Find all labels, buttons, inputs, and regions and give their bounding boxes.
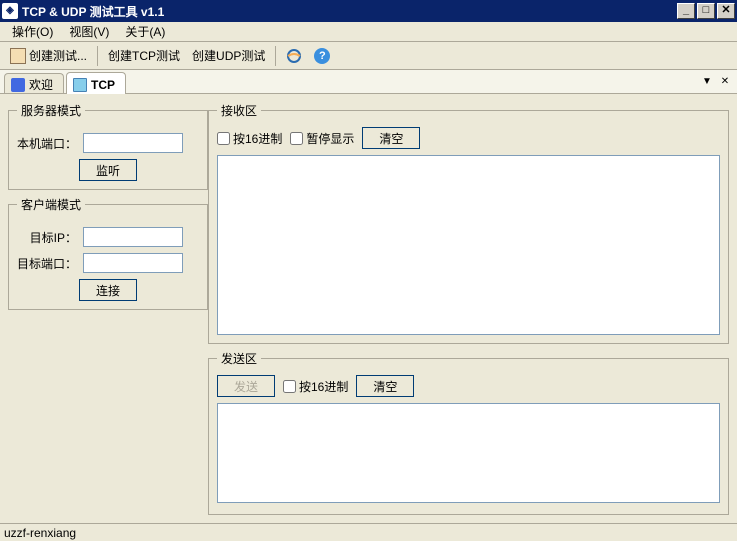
receive-textarea[interactable] [217,155,720,335]
server-mode-legend: 服务器模式 [17,102,85,119]
tab-welcome-label: 欢迎 [29,76,53,93]
toolbar-create-test[interactable]: 创建测试... [4,44,93,67]
receive-clear-button[interactable]: 清空 [362,127,420,149]
tab-close-icon[interactable]: ✕ [717,74,733,90]
send-group: 发送区 发送 按16进制 清空 [208,350,729,515]
menu-view[interactable]: 视图(V) [61,21,117,42]
target-ip-label: 目标IP： [17,229,77,246]
toolbar-create-tcp-label: 创建TCP测试 [108,47,180,64]
receive-hex-checkbox-label[interactable]: 按16进制 [217,130,282,147]
status-bar: uzzf-renxiang [0,523,737,541]
send-hex-text: 按16进制 [299,378,348,395]
receive-pause-text: 暂停显示 [306,130,354,147]
toolbar-create-udp-label: 创建UDP测试 [192,47,265,64]
receive-pause-checkbox[interactable] [290,132,303,145]
connect-button[interactable]: 连接 [79,279,137,301]
ie-icon [286,48,302,64]
document-icon [10,48,26,64]
maximize-button[interactable]: □ [697,3,715,19]
help-icon: ? [314,48,330,64]
target-port-label: 目标端口： [17,255,77,272]
toolbar-separator [275,46,276,66]
tab-tcp-label: TCP [91,78,115,92]
local-port-label: 本机端口： [17,135,77,152]
menu-operation[interactable]: 操作(O) [4,21,61,42]
close-button[interactable]: ✕ [717,3,735,19]
tab-welcome[interactable]: 欢迎 [4,73,64,93]
toolbar-ie-button[interactable] [280,45,308,67]
toolbar-create-tcp-test[interactable]: 创建TCP测试 [102,44,186,67]
send-hex-checkbox-label[interactable]: 按16进制 [283,378,348,395]
tab-dropdown-icon[interactable]: ▼ [699,74,715,90]
toolbar-help-button[interactable]: ? [308,45,336,67]
receive-hex-text: 按16进制 [233,130,282,147]
menu-bar: 操作(O) 视图(V) 关于(A) [0,22,737,42]
tab-tcp[interactable]: TCP [66,72,126,94]
toolbar-create-test-label: 创建测试... [29,47,87,64]
target-ip-input[interactable] [83,227,183,247]
app-icon: ◈ [2,3,18,19]
send-clear-button[interactable]: 清空 [356,375,414,397]
receive-hex-checkbox[interactable] [217,132,230,145]
target-port-input[interactable] [83,253,183,273]
window-controls: _ □ ✕ [677,3,735,19]
tcp-tab-icon [73,78,87,92]
client-mode-group: 客户端模式 目标IP： 目标端口： 连接 [8,196,208,310]
server-mode-group: 服务器模式 本机端口： 监听 [8,102,208,190]
toolbar: 创建测试... 创建TCP测试 创建UDP测试 ? [0,42,737,70]
tab-bar: 欢迎 TCP ▼ ✕ [0,70,737,94]
title-text: TCP & UDP 测试工具 v1.1 [22,3,677,20]
receive-group: 接收区 按16进制 暂停显示 清空 [208,102,729,344]
receive-legend: 接收区 [217,102,261,119]
title-bar: ◈ TCP & UDP 测试工具 v1.1 _ □ ✕ [0,0,737,22]
toolbar-separator [97,46,98,66]
menu-about[interactable]: 关于(A) [117,21,173,42]
send-legend: 发送区 [217,350,261,367]
send-hex-checkbox[interactable] [283,380,296,393]
send-textarea[interactable] [217,403,720,503]
tab-bar-controls: ▼ ✕ [699,74,733,90]
listen-button[interactable]: 监听 [79,159,137,181]
minimize-button[interactable]: _ [677,3,695,19]
welcome-tab-icon [11,78,25,92]
receive-pause-checkbox-label[interactable]: 暂停显示 [290,130,354,147]
local-port-input[interactable] [83,133,183,153]
client-mode-legend: 客户端模式 [17,196,85,213]
send-button[interactable]: 发送 [217,375,275,397]
left-column: 服务器模式 本机端口： 监听 客户端模式 目标IP： 目标端口： 连接 [8,102,208,515]
right-column: 接收区 按16进制 暂停显示 清空 发送区 发送 按16进制 [208,102,729,515]
status-text: uzzf-renxiang [4,526,76,540]
content-area: 服务器模式 本机端口： 监听 客户端模式 目标IP： 目标端口： 连接 [0,94,737,523]
toolbar-create-udp-test[interactable]: 创建UDP测试 [186,44,271,67]
